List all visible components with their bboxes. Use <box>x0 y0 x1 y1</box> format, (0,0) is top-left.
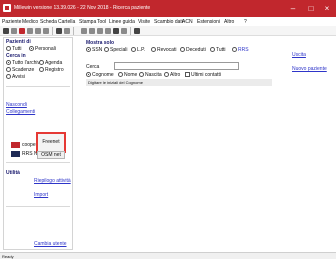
radio-scadenze-label: Scadenze <box>12 67 35 73</box>
cerca-label: Cerca <box>86 64 100 70</box>
grid-icon[interactable] <box>105 28 111 34</box>
radio-lp-label: L.P. <box>137 47 146 53</box>
app-icon <box>3 4 11 12</box>
radio-ssn[interactable] <box>86 47 91 52</box>
toolbar-divider <box>130 27 131 35</box>
radio-personali-label: Personali <box>35 46 56 52</box>
radio-nascita-label: Nascita <box>145 72 162 78</box>
menu-bar: Paziente Medico Scheda Cartella Stampa T… <box>0 17 336 26</box>
sync-icon[interactable] <box>64 28 70 34</box>
settings-icon[interactable] <box>56 28 62 34</box>
radio-nome[interactable] <box>118 72 123 77</box>
toolbar-divider <box>73 27 74 35</box>
cerca-in-title: Cerca in <box>6 53 26 59</box>
sidebar-divider <box>6 206 70 207</box>
menu-linee-guida[interactable]: Linee guida <box>109 19 135 25</box>
close-button[interactable]: × <box>318 0 336 17</box>
radio-nascita[interactable] <box>139 72 144 77</box>
radio-tutti-mostra[interactable] <box>210 47 215 52</box>
document-icon[interactable] <box>27 28 33 34</box>
menu-estensioni[interactable]: Estensioni <box>197 19 220 25</box>
ultimi-contatti-label: Ultimi contatti <box>191 72 222 78</box>
menu-help[interactable]: ? <box>244 19 247 25</box>
title-bar: Millewin versione 13.39.026 - 22 Nov 201… <box>0 0 336 17</box>
menu-medico[interactable]: Medico <box>22 19 38 25</box>
record-icon[interactable] <box>19 28 25 34</box>
radio-personali[interactable] <box>29 46 34 51</box>
uscita-link[interactable]: Uscita <box>292 52 306 58</box>
mostra-solo-title: Mostra solo <box>86 40 115 46</box>
export-icon[interactable] <box>121 28 127 34</box>
nuovo-paziente-link[interactable]: Nuovo paziente <box>292 66 327 72</box>
radio-altro[interactable] <box>164 72 169 77</box>
pazienti-title: Pazienti di <box>6 39 31 45</box>
radio-ssn-label: SSN <box>92 47 103 53</box>
radio-agenda[interactable] <box>39 60 44 65</box>
radio-rrs-label: RRS <box>238 47 249 53</box>
utilita-title: Utilità <box>6 170 20 176</box>
radio-avvisi-label: Avvisi <box>12 74 25 80</box>
search-icon[interactable] <box>81 28 87 34</box>
cooperativa-flag-icon <box>11 142 20 148</box>
ultimi-contatti-checkbox[interactable] <box>185 72 190 77</box>
toolbar <box>0 26 336 36</box>
radio-archivio[interactable] <box>6 60 11 65</box>
status-bar: Ready <box>0 252 336 259</box>
calendar-icon[interactable] <box>35 28 41 34</box>
radio-tutti[interactable] <box>6 46 11 51</box>
radio-tutti-mostra-label: Tutti <box>216 47 226 53</box>
radio-cognome-label: Cognome <box>92 72 114 78</box>
radio-lp[interactable] <box>131 47 136 52</box>
menu-stampa[interactable]: Stampa <box>79 19 96 25</box>
sidebar-divider <box>6 86 70 87</box>
rrsnet-flag-icon <box>11 151 20 157</box>
menu-cartella[interactable]: Cartella <box>58 19 75 25</box>
folder-icon[interactable] <box>43 28 49 34</box>
search-input[interactable] <box>114 62 239 70</box>
radio-deceduti-label: Deceduti <box>186 47 206 53</box>
radio-nome-label: Nome <box>124 72 138 78</box>
printer-icon[interactable] <box>113 28 119 34</box>
radio-avvisi[interactable] <box>6 74 11 79</box>
radio-speciali[interactable] <box>104 47 109 52</box>
radio-rrs[interactable] <box>232 47 237 52</box>
osm-net-button[interactable]: OSM net <box>37 151 65 159</box>
search-hint: Digitare le iniziali del Cognome <box>86 79 272 86</box>
menu-paziente[interactable]: Paziente <box>2 19 21 25</box>
radio-agenda-label: Agenda <box>45 60 63 66</box>
minimize-button[interactable]: – <box>284 0 302 17</box>
import-link[interactable]: Import <box>34 192 48 198</box>
menu-tool[interactable]: Tool <box>97 19 106 25</box>
print-icon[interactable] <box>11 28 17 34</box>
radio-deceduti[interactable] <box>180 47 185 52</box>
status-text: Ready <box>2 254 14 259</box>
menu-scambio-dati[interactable]: Scambio dati <box>154 19 183 25</box>
toolbar-divider <box>52 27 53 35</box>
radio-altro-label: Altro <box>170 72 181 78</box>
list-icon[interactable] <box>97 28 103 34</box>
zoom-icon[interactable] <box>89 28 95 34</box>
radio-cognome[interactable] <box>86 72 91 77</box>
window-title: Millewin versione 13.39.026 - 22 Nov 201… <box>14 5 151 11</box>
collegamenti-link[interactable]: Collegamenti <box>6 109 35 115</box>
radio-tutti-label: Tutti <box>12 46 22 52</box>
radio-speciali-label: Speciali <box>110 47 128 53</box>
table-icon[interactable] <box>134 28 140 34</box>
radio-registro[interactable] <box>39 67 44 72</box>
menu-visite[interactable]: Visite <box>138 19 150 25</box>
radio-revocati[interactable] <box>151 47 156 52</box>
menu-acn[interactable]: ACN <box>182 19 193 25</box>
riepilogo-link[interactable]: Riepilogo attività <box>34 178 71 184</box>
menu-altro[interactable]: Altro <box>224 19 234 25</box>
radio-scadenze[interactable] <box>6 67 11 72</box>
patient-list-icon[interactable] <box>3 28 9 34</box>
radio-revocati-label: Revocati <box>157 47 177 53</box>
sidebar-divider <box>6 162 70 163</box>
menu-scheda[interactable]: Scheda <box>40 19 57 25</box>
cambia-utente-link[interactable]: Cambia utente <box>34 241 67 247</box>
nascondi-link[interactable]: Nascondi <box>6 102 27 108</box>
radio-registro-label: Registro <box>45 67 64 73</box>
freenet-button[interactable]: Freenet <box>36 132 66 153</box>
